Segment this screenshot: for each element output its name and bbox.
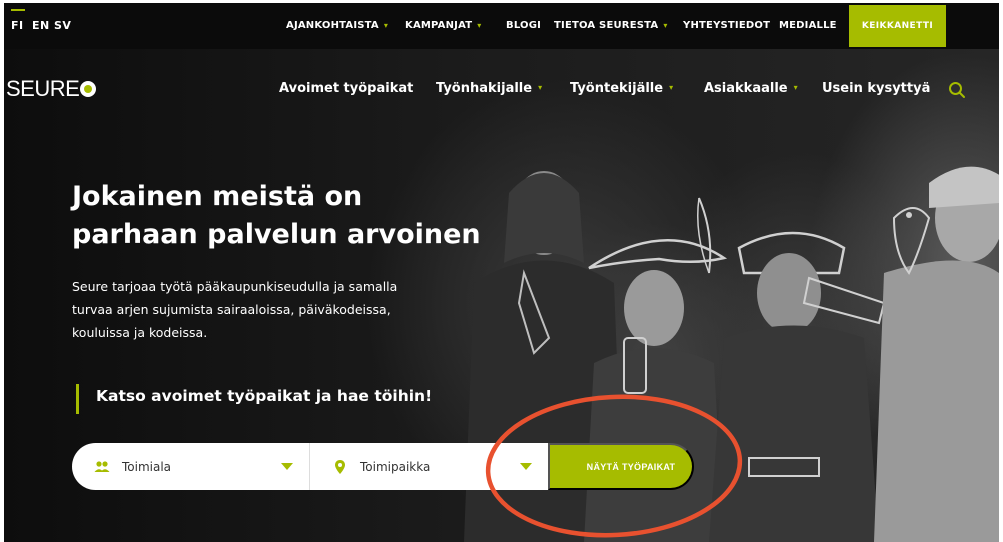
logo-text: SEURE — [6, 76, 80, 101]
utility-link-label: MEDIALLE — [779, 20, 837, 31]
utility-link-label: KAMPANJAT — [405, 20, 473, 31]
utility-link-ajankohtaista[interactable]: AJANKOHTAISTA ▾ — [286, 20, 388, 31]
hero-title: Jokainen meistä on parhaan palvelun arvo… — [72, 178, 532, 254]
nav-item-label: Usein kysyttyä — [822, 81, 931, 96]
hero-description-line: kouluissa ja kodeissa. — [72, 325, 208, 340]
seure-logo[interactable]: SEURE — [6, 76, 97, 102]
utility-link-blogi[interactable]: BLOGI — [506, 20, 541, 31]
nav-item-tyonhakijalle[interactable]: Työnhakijalle ▾ — [436, 81, 542, 96]
nav-item-usein-kysyttya[interactable]: Usein kysyttyä — [822, 81, 930, 96]
chevron-down-icon: ▾ — [669, 83, 674, 92]
utility-link-label: TIETOA SEURESTA — [554, 20, 659, 31]
utility-link-kampanjat[interactable]: KAMPANJAT ▾ — [405, 20, 481, 31]
nav-item-asiakkaalle[interactable]: Asiakkaalle ▾ — [704, 81, 798, 96]
utility-link-yhteystiedot[interactable]: YHTEYSTIEDOT — [683, 20, 770, 31]
logo-dot-icon — [80, 81, 97, 97]
language-fi[interactable]: FI — [11, 9, 25, 32]
chevron-down-icon: ▾ — [477, 21, 482, 30]
industry-select-value: Toimiala — [122, 459, 172, 474]
nav-item-label: Avoimet työpaikat — [279, 81, 414, 96]
chevron-down-icon: ▾ — [538, 83, 543, 92]
utility-link-tietoa-seuresta[interactable]: TIETOA SEURESTA ▾ — [554, 20, 668, 31]
hero-title-line: parhaan palvelun arvoinen — [72, 219, 481, 250]
red-highlight-ellipse — [485, 394, 743, 538]
cta-heading: Katso avoimet työpaikat ja hae töihin! — [96, 387, 433, 405]
chevron-down-icon: ▾ — [793, 83, 798, 92]
nav-item-label: Asiakkaalle — [704, 81, 788, 96]
hero-description-line: turvaa arjen sujumista sairaaloissa, päi… — [72, 302, 391, 317]
people-icon — [94, 460, 110, 472]
hero-description: Seure tarjoaa työtä pääkaupunkiseudulla … — [72, 275, 462, 344]
search-icon[interactable] — [948, 81, 966, 99]
nav-item-tyontekijalle[interactable]: Työntekijälle ▾ — [570, 81, 673, 96]
chevron-down-icon: ▾ — [663, 21, 668, 30]
utility-link-label: BLOGI — [506, 20, 542, 31]
location-pin-icon — [335, 459, 345, 474]
industry-select[interactable]: Toimiala — [72, 443, 310, 490]
utility-link-label: YHTEYSTIEDOT — [683, 20, 771, 31]
chevron-down-icon: ▾ — [383, 21, 389, 30]
nav-item-label: Työnhakijalle — [436, 81, 533, 96]
utility-link-label: AJANKOHTAISTA — [286, 20, 379, 31]
nav-item-avoimet-tyopaikat[interactable]: Avoimet työpaikat — [279, 81, 413, 96]
cta-accent-bar — [76, 384, 79, 414]
left-border — [0, 0, 4, 542]
language-sv[interactable]: SV — [54, 19, 71, 32]
language-en[interactable]: EN — [32, 19, 50, 32]
location-select-value: Toimipaikka — [360, 459, 431, 474]
hero-description-line: Seure tarjoaa työtä pääkaupunkiseudulla … — [72, 279, 398, 294]
caret-down-icon — [281, 463, 293, 470]
hero-title-line: Jokainen meistä on — [72, 181, 363, 212]
utility-link-medialle[interactable]: MEDIALLE — [779, 20, 837, 31]
nav-item-label: Työntekijälle — [570, 81, 664, 96]
keikkanetti-button[interactable]: KEIKKANETTI — [849, 5, 946, 47]
